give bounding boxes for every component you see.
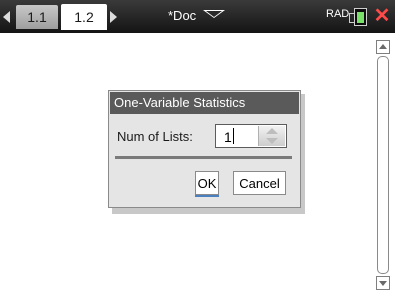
scroll-down-icon[interactable] [376, 276, 390, 290]
document-menu[interactable]: *Doc [168, 6, 225, 26]
spin-down-icon[interactable] [266, 138, 278, 144]
cancel-button[interactable]: Cancel [233, 171, 286, 195]
tab-page-1-1[interactable]: 1.1 [16, 5, 58, 29]
battery-icon [349, 8, 367, 26]
num-of-lists-label: Num of Lists: [117, 129, 193, 144]
text-cursor [233, 128, 234, 144]
tab-bar: 1.1 1.2 *Doc RAD ✕ [0, 0, 395, 33]
dialog-title: One-Variable Statistics [110, 92, 299, 114]
num-of-lists-value: 1 [224, 129, 232, 145]
num-of-lists-input[interactable]: 1 [215, 124, 287, 148]
ok-button[interactable]: OK [195, 171, 219, 195]
dialog-divider [115, 156, 292, 159]
angle-mode-indicator: RAD [326, 8, 350, 20]
document-title: *Doc [168, 8, 197, 23]
scroll-track[interactable] [377, 56, 389, 274]
next-page-arrow-icon[interactable] [110, 11, 117, 23]
close-icon[interactable]: ✕ [373, 6, 391, 26]
chevron-down-icon [202, 10, 225, 18]
previous-page-arrow-icon[interactable] [3, 11, 10, 23]
scroll-up-icon[interactable] [376, 40, 390, 54]
num-of-lists-spinner[interactable] [258, 126, 285, 146]
vertical-scrollbar[interactable] [375, 38, 391, 290]
spin-up-icon[interactable] [266, 128, 278, 134]
one-variable-statistics-dialog: One-Variable Statistics Num of Lists: 1 … [108, 90, 301, 208]
tab-page-1-2[interactable]: 1.2 [61, 4, 107, 30]
